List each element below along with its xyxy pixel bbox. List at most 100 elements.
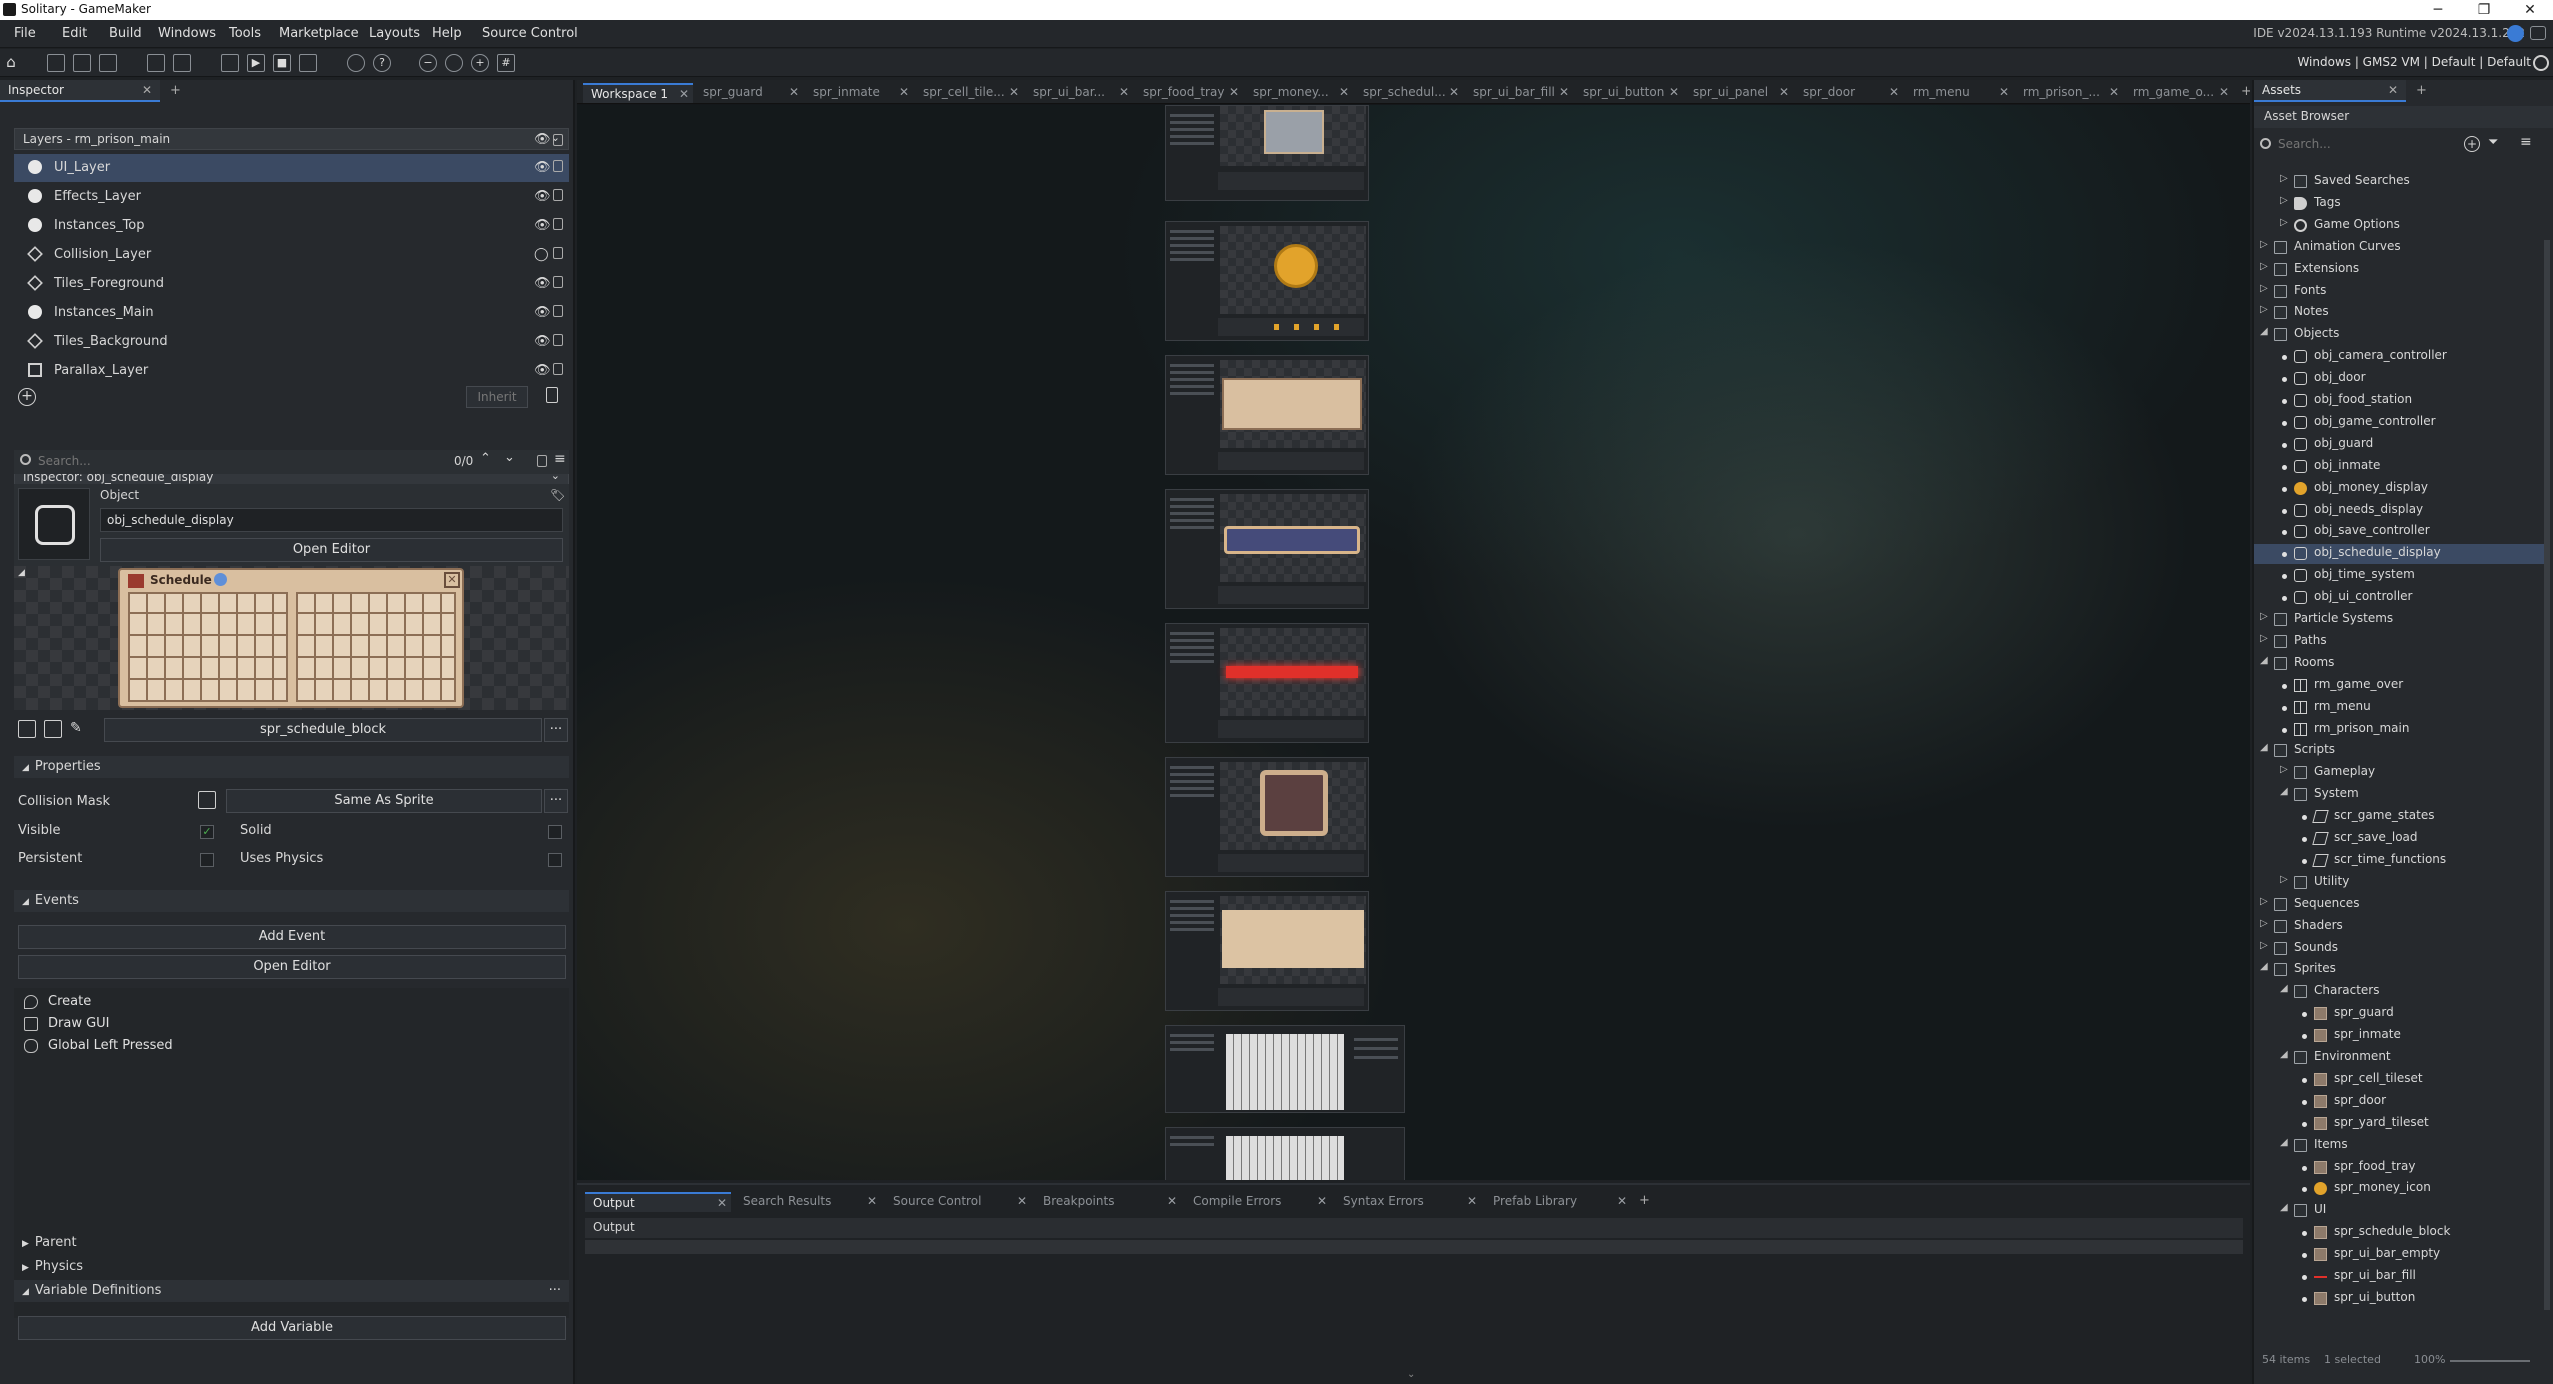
asset-item[interactable]: spr_ui_bar_fill [2254,1267,2544,1287]
output-tab[interactable]: Source Control ✕ [885,1192,1031,1212]
asset-item[interactable]: spr_food_tray [2254,1158,2544,1178]
sprite-editor-window[interactable] [1165,891,1369,1011]
close-icon[interactable]: ✕ [1317,1194,1327,1208]
menu-help[interactable]: Help [432,26,462,41]
close-icon[interactable]: ✕ [1449,85,1459,99]
open-project-icon[interactable] [73,54,91,72]
zoom-slider[interactable] [2450,1360,2530,1362]
asset-folder[interactable]: ▷ Sounds [2254,939,2544,959]
close-icon[interactable]: ✕ [789,85,799,99]
asset-item[interactable]: scr_save_load [2254,829,2544,849]
sprite-edit-icon[interactable] [18,720,36,738]
asset-item[interactable]: rm_menu [2254,698,2544,718]
asset-folder[interactable]: ▷ Tags [2254,194,2544,214]
collapse-icon[interactable]: ◢ [18,568,25,578]
asset-item[interactable]: rm_game_over [2254,676,2544,696]
eye-icon[interactable]: 👁 [534,363,551,378]
sprite-editor-window[interactable] [1165,489,1369,609]
expand-arrow-icon[interactable]: ▷ [2260,633,2268,644]
add-event-button[interactable]: Add Event [18,925,566,949]
layer-row[interactable]: Tiles_Background 👁 [14,328,569,356]
menu-tools[interactable]: Tools [229,26,261,41]
asset-item[interactable]: obj_inmate [2254,457,2544,477]
home-icon[interactable]: ⌂ [2,54,20,72]
zoom-in-icon[interactable]: + [471,54,489,72]
close-icon[interactable]: ✕ [2109,85,2119,99]
close-icon[interactable]: ✕ [1119,85,1129,99]
editor-tab[interactable]: spr_money... ✕ [1245,83,1353,103]
collision-mask-select[interactable]: Same As Sprite [226,789,542,813]
editor-tab[interactable]: Workspace 1 ✕ [583,83,693,103]
asset-folder[interactable]: ▷ Extensions [2254,260,2544,280]
sprite-editor-window[interactable] [1165,355,1369,475]
persistent-checkbox[interactable] [200,853,214,867]
asset-folder[interactable]: ◢ Sprites [2254,960,2544,980]
account-icon[interactable] [2507,25,2524,42]
asset-item[interactable]: obj_guard [2254,435,2544,455]
asset-item[interactable]: spr_ui_bar_empty [2254,1245,2544,1265]
properties-section[interactable]: ◢ Properties [14,756,569,778]
output-tab[interactable]: Prefab Library ✕ [1485,1192,1631,1212]
close-icon[interactable]: ✕ [1669,85,1679,99]
minimize-button[interactable]: ─ [2415,0,2461,20]
asset-item[interactable]: obj_game_controller [2254,413,2544,433]
editor-tab[interactable]: spr_ui_bar... ✕ [1025,83,1133,103]
close-button[interactable]: ✕ [2507,0,2553,20]
chevron-down-icon[interactable]: ⌄ [504,450,515,465]
save-project-icon[interactable] [99,54,117,72]
chevron-up-icon[interactable]: ⌃ [480,451,491,466]
asset-item[interactable]: obj_camera_controller [2254,347,2544,367]
zoom-reset-icon[interactable] [445,54,463,72]
physics-section[interactable]: ▶ Physics [14,1256,569,1278]
tab-assets[interactable]: Assets ✕ [2254,80,2406,102]
events-section[interactable]: ◢ Events [14,890,569,912]
zoom-out-icon[interactable]: − [419,54,437,72]
asset-item[interactable]: spr_yard_tileset [2254,1114,2544,1134]
room-editor-window[interactable] [1165,1025,1405,1113]
expand-arrow-icon[interactable]: ▷ [2280,195,2288,206]
asset-folder[interactable]: ▷ Fonts [2254,282,2544,302]
output-tab[interactable]: Search Results ✕ [735,1192,881,1212]
collapse-arrow-icon[interactable]: ◢ [2260,326,2268,337]
lock-icon[interactable] [553,276,563,288]
variable-definitions-section[interactable]: ◢ Variable Definitions ··· [14,1280,569,1302]
expand-arrow-icon[interactable]: ▷ [2260,304,2268,315]
layer-row[interactable]: Effects_Layer 👁 [14,183,569,211]
expand-arrow-icon[interactable]: ▷ [2280,173,2288,184]
collapse-arrow-icon[interactable]: ◢ [2280,1049,2288,1060]
close-icon[interactable]: ✕ [1467,1194,1477,1208]
asset-item[interactable]: spr_door [2254,1092,2544,1112]
new-project-icon[interactable] [47,54,65,72]
collapse-arrow-icon[interactable]: ◢ [2280,983,2288,994]
eye-hidden-icon[interactable]: ◯ [534,247,549,262]
close-icon[interactable]: ✕ [1339,85,1349,99]
asset-folder[interactable]: ▷ Shaders [2254,917,2544,937]
parent-section[interactable]: ▶ Parent [14,1232,569,1254]
clean-icon[interactable] [299,54,317,72]
close-icon[interactable]: ✕ [142,83,152,97]
menu-icon[interactable]: ≡ [554,451,566,467]
output-tab[interactable]: Output ✕ [585,1192,731,1212]
asset-item[interactable]: spr_money_icon [2254,1179,2544,1199]
close-icon[interactable]: ✕ [679,87,689,101]
asset-folder[interactable]: ◢ UI [2254,1201,2544,1221]
output-tab[interactable]: Compile Errors ✕ [1185,1192,1331,1212]
debug-icon[interactable] [221,54,239,72]
editor-tab[interactable]: rm_game_o... ✕ [2125,83,2233,103]
layer-row[interactable]: Instances_Top 👁 [14,212,569,240]
add-tab-icon[interactable]: + [1639,1193,1650,1208]
asset-item[interactable]: scr_time_functions [2254,851,2544,871]
sprite-editor-window[interactable] [1165,221,1369,341]
lock-icon[interactable] [553,247,563,259]
menu-file[interactable]: File [14,26,36,41]
asset-item[interactable]: spr_guard [2254,1004,2544,1024]
add-tab-icon[interactable]: + [170,83,181,98]
add-variable-button[interactable]: Add Variable [18,1316,566,1340]
asset-folder[interactable]: ▷ Paths [2254,632,2544,652]
create-asset-icon[interactable]: + [2464,136,2480,152]
output-filter-bar[interactable] [585,1240,2243,1254]
collapse-arrow-icon[interactable]: ◢ [2260,655,2268,666]
asset-item[interactable]: scr_game_states [2254,807,2544,827]
close-icon[interactable]: ✕ [1017,1194,1027,1208]
asset-item[interactable]: obj_door [2254,369,2544,389]
